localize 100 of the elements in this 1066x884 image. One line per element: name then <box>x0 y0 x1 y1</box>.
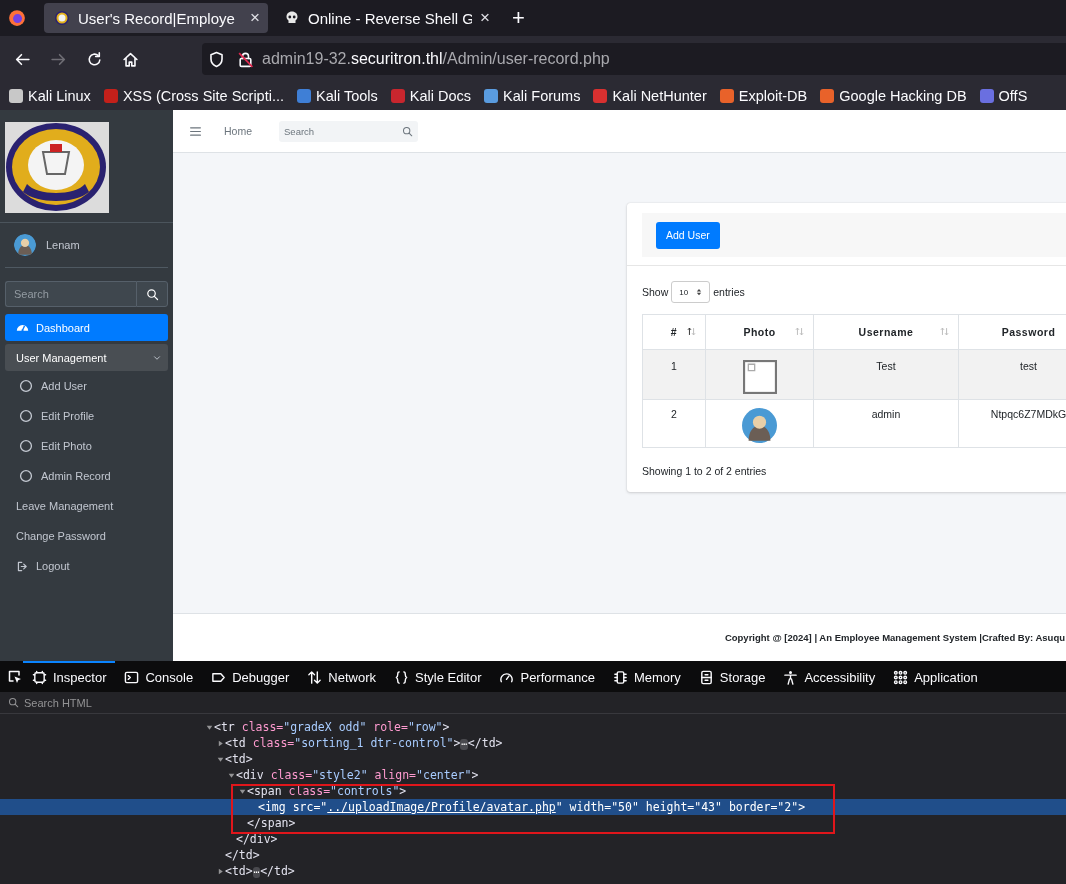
show-label: Show <box>642 286 669 298</box>
table-cell: 1 <box>642 349 706 400</box>
search-field[interactable]: Search <box>5 281 136 307</box>
markup-text: </span> <box>247 816 296 830</box>
copyright-text: Copyright @ [2024] | An Employee Management System |Crafted By: Asuqu <box>724 632 1065 643</box>
search-icon <box>402 125 413 137</box>
table-cell: 2 <box>642 399 706 448</box>
bookmark-link[interactable]: OffS <box>979 88 1028 104</box>
menu-item[interactable]: Leave Management <box>5 491 168 521</box>
search-field[interactable]: Search <box>279 120 418 142</box>
markup-text: <div class="style2" align="center"> <box>236 768 479 782</box>
browser-logo-icon <box>8 9 26 27</box>
markup-text: <td class="sorting_1 dtr-control">⋯</td> <box>225 736 503 750</box>
markup-row[interactable]: <td> <box>0 751 1066 767</box>
column-header[interactable]: Photo <box>705 314 814 350</box>
devtools-tab[interactable]: Accessibility <box>774 661 885 692</box>
address-field[interactable]: admin19-32.securitron.thl/Admin/user-record.php <box>202 43 1066 75</box>
circle-icon <box>19 469 33 483</box>
close-button[interactable]: × <box>480 8 490 28</box>
user-name[interactable]: Lenam <box>46 239 80 251</box>
menu-icon[interactable] <box>189 124 202 138</box>
devtools-tab[interactable]: Application <box>884 661 987 692</box>
menu-item[interactable]: Edit Profile <box>5 401 168 431</box>
bookmark-link[interactable]: XSS (Cross Site Scripti... <box>103 88 285 104</box>
bookmark-link[interactable]: Kali Tools <box>297 88 378 104</box>
network-arrows-icon <box>307 670 323 685</box>
menu-item[interactable]: User Management <box>5 344 168 371</box>
devtools-tab[interactable]: Storage <box>689 661 775 692</box>
gauge-icon <box>499 670 515 685</box>
bookmark-link[interactable]: Kali Forums <box>484 88 581 104</box>
devtools-tab[interactable]: Network <box>298 661 385 692</box>
table-cell: Test <box>813 349 959 400</box>
new-tab-button[interactable]: + <box>512 5 525 31</box>
devtools-tab[interactable]: Debugger <box>202 661 299 692</box>
menu-item[interactable]: Dashboard <box>5 314 168 341</box>
column-header[interactable]: Password <box>958 314 1066 350</box>
markup-row[interactable]: <td class="sorting_1 dtr-control">⋯</td> <box>0 735 1066 751</box>
tab-title: Online - Reverse Shell G <box>308 9 473 27</box>
browser-tab[interactable]: Online - Reverse Shell G × <box>274 3 498 33</box>
column-header[interactable]: # <box>642 314 706 350</box>
circle-icon <box>19 439 33 453</box>
markup-row[interactable]: <img src="../uploadImage/Profile/avatar.php" width="50" height="43" border="2"> <box>0 799 1066 815</box>
devtools-tab[interactable]: Style Editor <box>385 661 491 692</box>
grid-icon <box>893 670 909 685</box>
bookmark-link[interactable]: Google Hacking DB <box>820 88 967 104</box>
menu-item[interactable]: Admin Record <box>5 461 168 491</box>
element-picker-icon[interactable] <box>7 668 23 685</box>
search-icon <box>145 287 159 301</box>
column-header[interactable]: Username <box>813 314 959 350</box>
markup-text: <img src="../uploadImage/Profile/avatar.php" width="50" height="43" border="2"> <box>258 800 806 814</box>
markup-row[interactable]: <tr class="gradeX odd" role="row"> <box>0 719 1066 735</box>
menu-item[interactable]: Add User <box>5 371 168 401</box>
devtools-tab[interactable]: Memory <box>603 661 690 692</box>
markup-row[interactable]: <div class="style2" align="center"> <box>0 767 1066 783</box>
markup-row[interactable]: <span class="controls"> <box>0 783 1066 799</box>
inspector-icon <box>32 670 47 685</box>
markup-text: <span class="controls"> <box>247 784 407 798</box>
close-button[interactable]: × <box>250 8 260 28</box>
search-icon <box>8 697 19 708</box>
search-button[interactable] <box>136 281 168 307</box>
devtools-tab[interactable]: Console <box>115 661 203 692</box>
markup-text: </div> <box>236 832 278 846</box>
entries-label: entries <box>713 286 745 298</box>
markup-text: <tr class="gradeX odd" role="row"> <box>214 720 450 734</box>
devtools-tab[interactable]: Performance <box>490 661 604 692</box>
reload-icon[interactable] <box>86 50 103 68</box>
home-link[interactable]: Home <box>224 125 252 137</box>
markup-row[interactable]: </div> <box>0 831 1066 847</box>
markup-text: <td>⋯</td> <box>225 864 295 878</box>
console-icon <box>124 670 140 685</box>
markup-text: <td> <box>225 752 253 766</box>
chip-icon <box>612 670 628 685</box>
browser-tab[interactable]: User's Record|Employe × <box>44 3 268 33</box>
debugger-icon <box>211 670 227 685</box>
search-field[interactable]: Search HTML <box>24 696 166 709</box>
markup-row[interactable]: </td> <box>0 847 1066 863</box>
avatar-icon <box>14 234 36 256</box>
storage-icon <box>698 670 714 685</box>
table-info: Showing 1 to 2 of 2 entries <box>642 465 768 477</box>
menu-item[interactable]: Logout <box>5 551 168 581</box>
menu-item[interactable]: Edit Photo <box>5 431 168 461</box>
entries-select[interactable]: 10 <box>671 281 711 303</box>
home-icon[interactable] <box>122 50 139 68</box>
table-cell: admin <box>813 399 959 448</box>
circle-icon <box>19 379 33 393</box>
markup-text: </td> <box>225 848 260 862</box>
bookmark-link[interactable]: Exploit-DB <box>719 88 808 104</box>
braces-icon <box>394 670 409 685</box>
sign-out-icon <box>16 559 29 573</box>
bookmark-link[interactable]: Kali Docs <box>390 88 472 104</box>
tab-title: User's Record|Employe <box>78 9 236 27</box>
menu-item[interactable]: Change Password <box>5 521 168 551</box>
bookmark-link[interactable]: Kali Linux <box>9 88 91 104</box>
lock-crossed-icon <box>237 50 254 68</box>
shield-icon <box>208 50 225 68</box>
emblem-icon <box>54 10 70 26</box>
add-user-button[interactable]: Add User <box>656 221 720 249</box>
markup-row[interactable]: <td>⋯</td> <box>0 863 1066 879</box>
markup-row[interactable]: </span> <box>0 815 1066 831</box>
bookmark-link[interactable]: Kali NetHunter <box>593 88 707 104</box>
